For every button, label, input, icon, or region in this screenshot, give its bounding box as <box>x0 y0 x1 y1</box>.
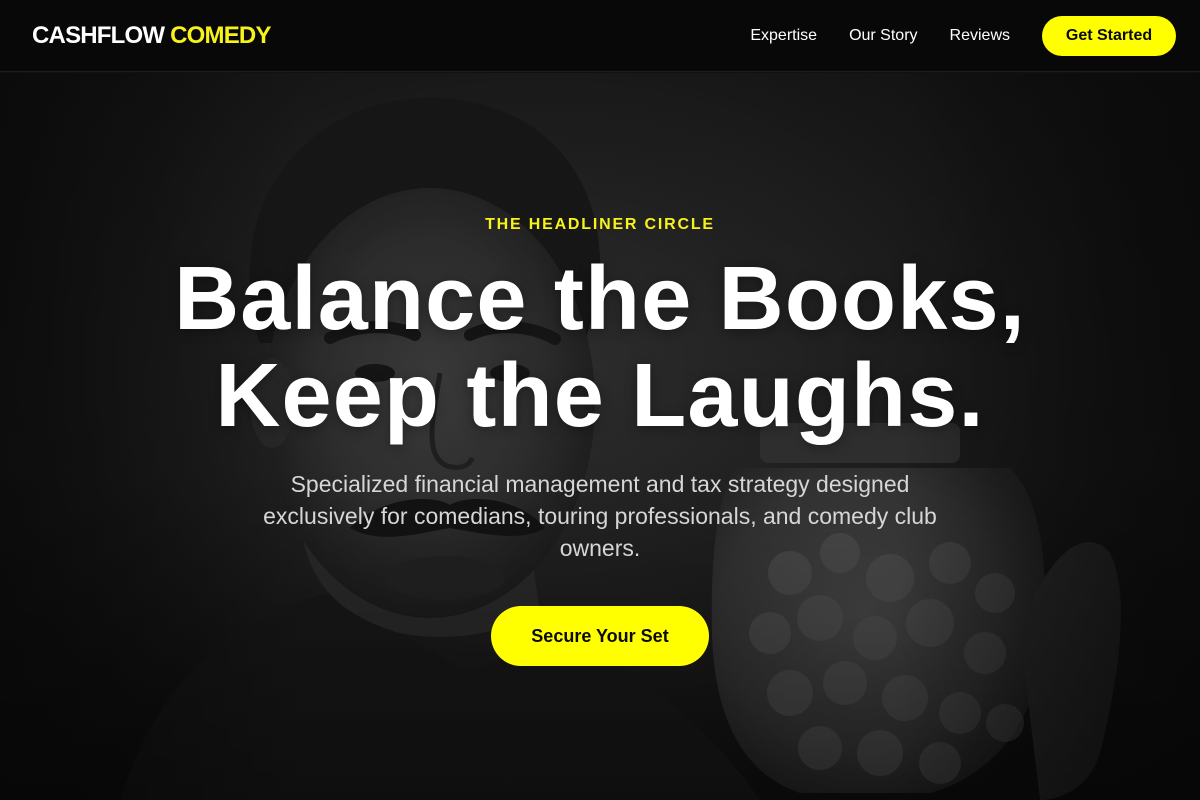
brand-logo[interactable]: CASHFLOW COMEDY <box>32 22 271 50</box>
top-navigation: CASHFLOW COMEDY Expertise Our Story Revi… <box>0 0 1200 72</box>
logo-text: CASHFLOW <box>32 21 165 49</box>
hero-section: THE HEADLINER CIRCLE Balance the Books, … <box>0 73 1200 800</box>
hero-eyebrow: THE HEADLINER CIRCLE <box>485 216 715 233</box>
nav-links: Expertise Our Story Reviews Get Started <box>750 15 1176 56</box>
landing-page: CASHFLOW COMEDY Expertise Our Story Revi… <box>0 0 1200 800</box>
get-started-button[interactable]: Get Started <box>1042 15 1176 56</box>
hero-headline-line-2: Keep the Laughs. <box>215 346 985 446</box>
nav-link-our-story[interactable]: Our Story <box>849 27 917 45</box>
nav-link-expertise[interactable]: Expertise <box>750 27 817 45</box>
logo-accent-text: COMEDY <box>170 21 271 49</box>
secure-your-set-button[interactable]: Secure Your Set <box>491 606 709 666</box>
hero-headline: Balance the Books, Keep the Laughs. <box>0 251 1200 445</box>
hero-subtitle: Specialized financial management and tax… <box>263 471 937 561</box>
nav-link-reviews[interactable]: Reviews <box>950 27 1010 45</box>
hero-headline-line-1: Balance the Books, <box>174 249 1026 349</box>
